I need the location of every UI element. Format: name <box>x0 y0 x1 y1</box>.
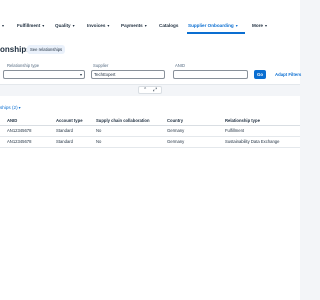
nav-menu-partial[interactable]: ▾ <box>0 21 4 31</box>
pin-header-icon[interactable]: ⤢ <box>153 87 157 94</box>
see-relationships-button[interactable]: See relationships <box>27 45 66 54</box>
nav-menu-label: Quality <box>55 23 71 28</box>
cell-relationship-type: Fulfillment <box>225 128 245 133</box>
nav-menu-catalogs[interactable]: Catalogs <box>159 21 178 31</box>
chevron-down-icon: ▾ <box>264 23 267 28</box>
active-tab-indicator <box>187 32 245 34</box>
cell-relationship-type: Sustainability Data Exchange <box>225 139 280 144</box>
anid-label: ANID <box>175 63 186 68</box>
anid-input[interactable] <box>173 70 248 79</box>
table-title-dropdown[interactable]: ships (2)▾ <box>0 104 21 112</box>
collapse-header-icon[interactable]: ⌃ <box>143 87 147 94</box>
cell-anid: AN12345678 <box>7 128 32 133</box>
nav-menu-supplier-onboarding[interactable]: Supplier Onboarding ▾ <box>188 21 238 31</box>
cell-account-type: Standard <box>56 139 73 144</box>
chevron-down-icon: ▾ <box>2 23 5 28</box>
chevron-down-icon: ▾ <box>235 23 238 28</box>
top-navigation: ▾ Fulfillment ▾ Quality ▾ Invoices ▾ Paymen… <box>0 0 300 45</box>
chevron-down-icon: ▾ <box>42 23 45 28</box>
supplier-label: Supplier <box>93 63 109 68</box>
nav-menu-fulfillment[interactable]: Fulfillment ▾ <box>17 21 44 31</box>
nav-menu-label: Supplier Onboarding <box>188 23 234 28</box>
chevron-down-icon: ▾ <box>18 105 21 110</box>
cell-country: Germany <box>167 139 185 144</box>
chevron-down-icon: ▾ <box>72 23 75 28</box>
chevron-down-icon: ▾ <box>144 23 147 28</box>
nav-menu-quality[interactable]: Quality ▾ <box>55 21 75 31</box>
supplier-value: TechExpert <box>94 72 116 77</box>
cell-supply-chain-collaboration: No <box>96 128 102 133</box>
relationship-type-select[interactable]: ▾ <box>3 70 85 79</box>
cell-anid: AN12345678 <box>7 139 32 144</box>
relationships-table-section: ships (2)▾ ANID Account type Supply chai… <box>0 96 300 300</box>
nav-menu-invoices[interactable]: Invoices ▾ <box>87 21 109 31</box>
table-row[interactable]: AN12345678 Standard No Germany Sustainab… <box>0 136 300 148</box>
relationship-type-label: Relationship type <box>7 63 40 68</box>
filter-bar: Relationship type ▾ Supplier TechExpert … <box>0 56 301 85</box>
chevron-down-icon: ▾ <box>107 23 110 28</box>
chevron-down-icon: ▾ <box>79 72 82 77</box>
column-header-relationship-type[interactable]: Relationship type <box>225 116 260 125</box>
column-header-anid[interactable]: ANID <box>7 116 17 125</box>
nav-menu-label: Fulfillment <box>17 23 41 28</box>
column-header-account-type[interactable]: Account type <box>56 116 83 125</box>
go-button[interactable]: Go <box>254 70 266 79</box>
column-header-country[interactable]: Country <box>167 116 183 125</box>
nav-menu-label: More <box>252 23 263 28</box>
adapt-filters-button[interactable]: Adapt Filters <box>275 70 301 79</box>
cell-account-type: Standard <box>56 128 73 133</box>
nav-menu-more[interactable]: More ▾ <box>252 21 267 31</box>
cell-supply-chain-collaboration: No <box>96 139 102 144</box>
nav-menu-payments[interactable]: Payments ▾ <box>121 21 147 31</box>
column-header-supply-chain-collaboration[interactable]: Supply chain collaboration <box>96 116 150 125</box>
header-collapse-control: ⌃ ⤢ <box>138 86 162 94</box>
table-title: ships (2) <box>0 105 18 110</box>
nav-menu-label: Invoices <box>87 23 106 28</box>
cell-country: Germany <box>167 128 185 133</box>
nav-menu-label: Catalogs <box>159 23 179 28</box>
supplier-input[interactable]: TechExpert <box>91 70 165 79</box>
nav-menu-label: Payments <box>121 23 143 28</box>
